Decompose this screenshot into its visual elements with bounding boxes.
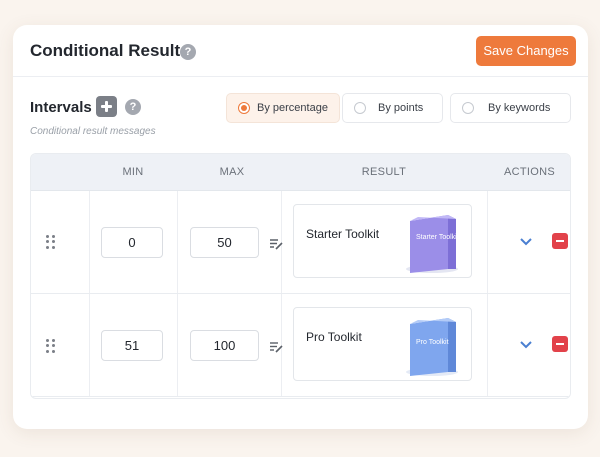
table-header: MIN MAX RESULT ACTIONS bbox=[31, 154, 570, 191]
remove-row-button[interactable] bbox=[552, 336, 568, 352]
page-title: Conditional Results bbox=[30, 41, 190, 60]
box-label: Starter Toolkit bbox=[416, 234, 459, 241]
mode-option-label: By points bbox=[378, 102, 424, 114]
column-header-result: RESULT bbox=[361, 166, 407, 178]
radio-checked-icon bbox=[238, 102, 250, 114]
column-divider bbox=[89, 191, 90, 293]
column-divider bbox=[487, 294, 488, 396]
radio-unchecked-icon bbox=[354, 102, 366, 114]
result-card[interactable]: Starter Toolkit Starter Toolkit bbox=[293, 204, 472, 278]
save-changes-button[interactable]: Save Changes bbox=[476, 36, 576, 66]
column-divider bbox=[177, 294, 178, 396]
card-header: Conditional Results ? Save Changes bbox=[13, 25, 588, 77]
min-input[interactable]: 0 bbox=[101, 227, 163, 258]
conditional-results-card: Conditional Results ? Save Changes Inter… bbox=[13, 25, 588, 429]
column-header-actions: ACTIONS bbox=[504, 166, 555, 178]
result-card[interactable]: Pro Toolkit Pro Toolkit bbox=[293, 307, 472, 381]
radio-unchecked-icon bbox=[462, 102, 474, 114]
table-row: 0 50 Starter Toolkit Starter Toolkit bbox=[31, 191, 570, 294]
edit-icon[interactable] bbox=[269, 237, 283, 251]
remove-row-button[interactable] bbox=[552, 233, 568, 249]
product-box-image: Starter Toolkit bbox=[406, 215, 459, 273]
intervals-help-icon[interactable]: ? bbox=[125, 99, 141, 115]
column-header-min: MIN bbox=[122, 166, 144, 178]
add-interval-button[interactable] bbox=[96, 96, 117, 117]
table-row: 51 100 Pro Toolkit Pro Toolkit bbox=[31, 294, 570, 397]
column-divider bbox=[177, 191, 178, 293]
max-input[interactable]: 100 bbox=[190, 330, 259, 361]
column-divider bbox=[89, 294, 90, 396]
mode-option-percentage[interactable]: By percentage bbox=[226, 93, 340, 123]
min-input[interactable]: 51 bbox=[101, 330, 163, 361]
column-divider bbox=[487, 191, 488, 293]
drag-handle-icon[interactable] bbox=[46, 339, 55, 353]
help-icon[interactable]: ? bbox=[180, 44, 196, 60]
column-header-max: MAX bbox=[219, 166, 245, 178]
box-label: Pro Toolkit bbox=[416, 339, 449, 346]
mode-option-keywords[interactable]: By keywords bbox=[450, 93, 571, 123]
intervals-heading: Intervals bbox=[30, 99, 92, 116]
product-box-image: Pro Toolkit bbox=[406, 318, 458, 376]
intervals-subtitle: Conditional result messages bbox=[30, 126, 156, 137]
mode-option-label: By percentage bbox=[257, 102, 328, 114]
max-input[interactable]: 50 bbox=[190, 227, 259, 258]
mode-option-label: By keywords bbox=[488, 102, 551, 114]
chevron-down-icon[interactable] bbox=[519, 340, 533, 350]
result-title: Starter Toolkit bbox=[306, 227, 380, 241]
result-title: Pro Toolkit bbox=[306, 330, 362, 344]
edit-icon[interactable] bbox=[269, 340, 283, 354]
intervals-table: MIN MAX RESULT ACTIONS 0 50 Starter Tool… bbox=[30, 153, 571, 399]
chevron-down-icon[interactable] bbox=[519, 237, 533, 247]
mode-option-points[interactable]: By points bbox=[342, 93, 443, 123]
drag-handle-icon[interactable] bbox=[46, 235, 55, 249]
